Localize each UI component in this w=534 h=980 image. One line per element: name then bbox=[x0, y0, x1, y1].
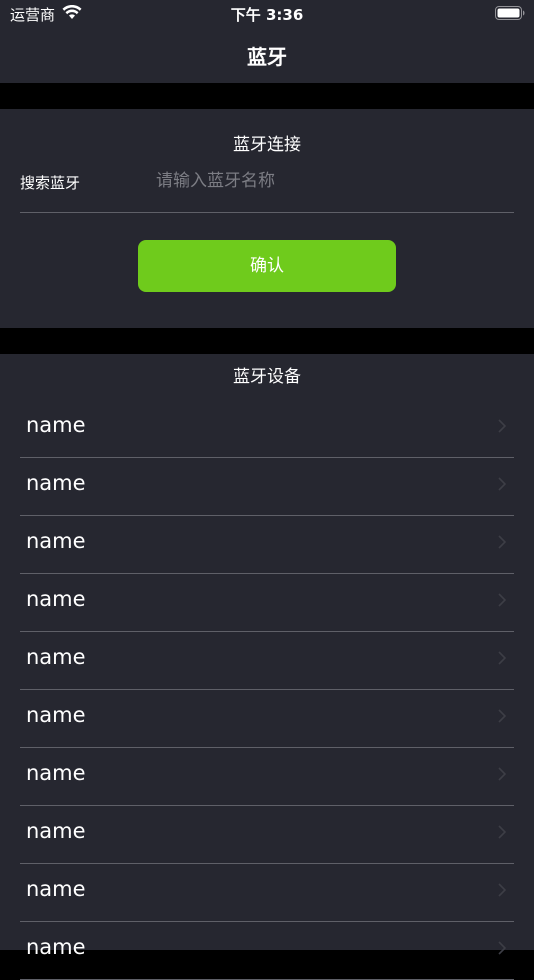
device-name: name bbox=[26, 529, 86, 553]
device-name: name bbox=[26, 703, 86, 727]
section-separator bbox=[0, 328, 534, 354]
device-name: name bbox=[26, 471, 86, 495]
device-name: name bbox=[26, 413, 86, 437]
chevron-right-icon bbox=[498, 825, 506, 839]
device-row[interactable]: name bbox=[0, 690, 534, 748]
bluetooth-name-input[interactable] bbox=[150, 166, 492, 196]
connect-section: 蓝牙连接 搜索蓝牙 确认 bbox=[0, 109, 534, 328]
confirm-button[interactable]: 确认 bbox=[138, 240, 396, 292]
chevron-right-icon bbox=[498, 593, 506, 607]
device-row[interactable]: name bbox=[0, 806, 534, 864]
chevron-right-icon bbox=[498, 419, 506, 433]
chevron-right-icon bbox=[498, 941, 506, 955]
device-name: name bbox=[26, 587, 86, 611]
page-title: 蓝牙 bbox=[247, 45, 287, 69]
chevron-right-icon bbox=[498, 767, 506, 781]
device-name: name bbox=[26, 935, 86, 959]
status-time: 下午 3:36 bbox=[230, 6, 304, 24]
chevron-right-icon bbox=[498, 883, 506, 897]
chevron-right-icon bbox=[498, 651, 506, 665]
device-row[interactable]: name bbox=[0, 574, 534, 632]
input-underline bbox=[20, 212, 514, 213]
status-bar: 运营商 下午 3:36 bbox=[0, 0, 534, 28]
section-separator bbox=[0, 83, 534, 109]
device-name: name bbox=[26, 819, 86, 843]
device-row[interactable]: name bbox=[0, 922, 534, 980]
devices-section-title: 蓝牙设备 bbox=[233, 367, 301, 387]
device-row[interactable]: name bbox=[0, 864, 534, 922]
chevron-right-icon bbox=[498, 477, 506, 491]
device-row[interactable]: name bbox=[0, 400, 534, 458]
device-name: name bbox=[26, 877, 86, 901]
battery-icon bbox=[495, 6, 525, 20]
device-list: name name name name name name name name … bbox=[0, 400, 534, 980]
device-name: name bbox=[26, 761, 86, 785]
devices-section: 蓝牙设备 name name name name name name name … bbox=[0, 354, 534, 980]
chevron-right-icon bbox=[498, 709, 506, 723]
device-name: name bbox=[26, 645, 86, 669]
connect-section-title: 蓝牙连接 bbox=[233, 135, 301, 155]
device-row[interactable]: name bbox=[0, 516, 534, 574]
search-label: 搜索蓝牙 bbox=[20, 174, 81, 192]
device-row[interactable]: name bbox=[0, 632, 534, 690]
navigation-bar: 蓝牙 bbox=[0, 28, 534, 83]
device-row[interactable]: name bbox=[0, 748, 534, 806]
device-row[interactable]: name bbox=[0, 458, 534, 516]
chevron-right-icon bbox=[498, 535, 506, 549]
